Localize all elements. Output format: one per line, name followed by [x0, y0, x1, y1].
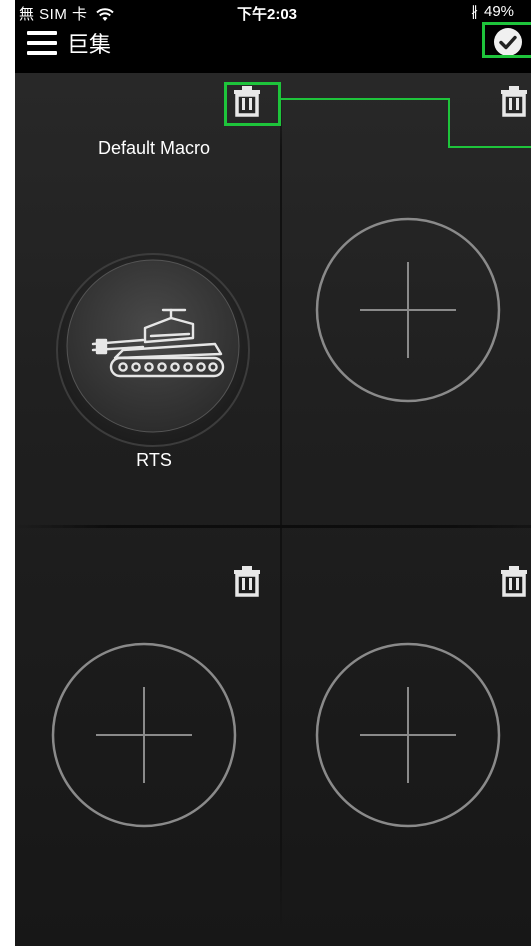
carrier-status: 無 SIM 卡 — [19, 3, 114, 24]
delete-macro-2-button[interactable] — [499, 85, 529, 117]
delete-macro-3-button[interactable] — [232, 565, 262, 597]
macro-label: RTS — [136, 450, 172, 470]
trash-icon — [234, 566, 260, 597]
wifi-icon — [96, 8, 114, 21]
bluetooth-icon: ∦ — [471, 3, 478, 19]
grid-divider-vertical — [280, 83, 282, 933]
macro-badge — [56, 253, 250, 447]
trash-icon — [501, 566, 527, 597]
carrier-label: 無 SIM 卡 — [19, 6, 88, 23]
battery-status: ∦ 49% — [471, 3, 514, 20]
plus-icon — [51, 642, 237, 828]
plus-icon — [315, 642, 501, 828]
page-title: 巨集 — [67, 33, 112, 58]
add-macro-slot-3[interactable] — [50, 641, 238, 829]
delete-macro-4-button[interactable] — [499, 565, 529, 597]
macro-button-rts[interactable] — [53, 250, 250, 447]
battery-percent: 49% — [484, 3, 515, 20]
menu-icon[interactable] — [27, 31, 57, 55]
annotation-line — [279, 98, 449, 100]
confirm-highlight-box — [482, 22, 531, 58]
grid-divider-horizontal — [15, 525, 531, 528]
delete-highlight-box — [224, 82, 281, 126]
annotation-line — [448, 146, 531, 148]
annotation-line — [448, 98, 450, 148]
status-time: 下午2:03 — [237, 6, 298, 23]
trash-icon — [501, 86, 527, 117]
add-macro-slot-2[interactable] — [314, 216, 502, 404]
top-bar: 無 SIM 卡 下午2:03 ∦ 49% 巨集 — [15, 0, 531, 73]
plus-icon — [315, 217, 501, 403]
macro-name: Default Macro — [97, 138, 211, 158]
status-bar: 無 SIM 卡 下午2:03 ∦ 49% — [15, 2, 531, 24]
macro-screen: 無 SIM 卡 下午2:03 ∦ 49% 巨集 Default Macro RT… — [15, 0, 531, 946]
add-macro-slot-4[interactable] — [314, 641, 502, 829]
